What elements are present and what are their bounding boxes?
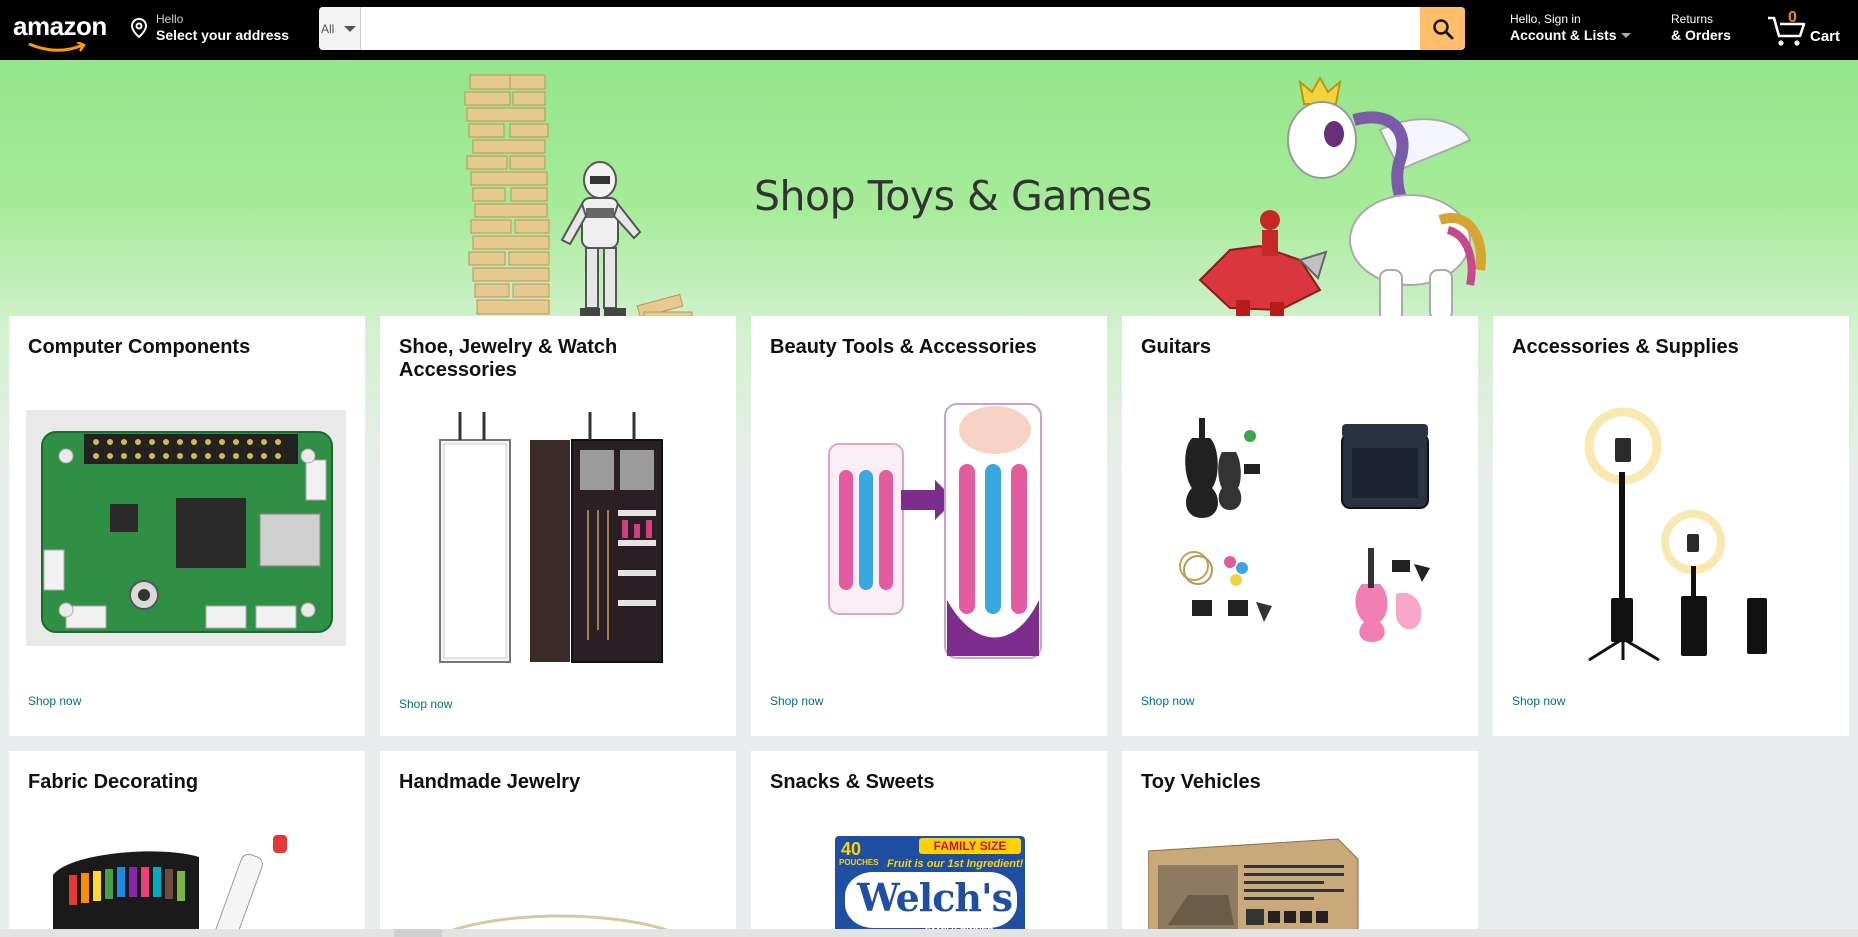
returns-orders-link[interactable]: Returns & Orders bbox=[1671, 12, 1731, 44]
returns-label: Returns bbox=[1671, 12, 1714, 26]
shop-now-link[interactable]: Shop now bbox=[770, 694, 823, 708]
deliver-to-address[interactable]: Hello Select your address bbox=[128, 12, 289, 44]
cart-button[interactable]: 0 Cart bbox=[1766, 9, 1846, 50]
toy-vehicle-box-image bbox=[1148, 838, 1359, 937]
scrollbar-thumb[interactable] bbox=[394, 929, 442, 937]
brand-name: Welch's bbox=[857, 875, 1013, 920]
category-card[interactable]: Snacks & Sweets FAMILY SIZE 40 POUCHES F… bbox=[751, 751, 1107, 937]
hero-title: Shop Toys & Games bbox=[754, 172, 1152, 220]
shop-now-link[interactable]: Shop now bbox=[399, 697, 452, 711]
welchs-fruit-snacks-image: FAMILY SIZE 40 POUCHES Fruit is our 1st … bbox=[835, 836, 1025, 937]
card-title: Toy Vehicles bbox=[1141, 771, 1261, 793]
account-lists-label: Account & Lists bbox=[1510, 27, 1617, 43]
category-card[interactable]: Beauty Tools & Accessories Shop now bbox=[751, 316, 1107, 736]
category-card[interactable]: Handmade Jewelry bbox=[380, 751, 736, 937]
search-category-select[interactable]: All bbox=[319, 7, 361, 50]
logo-text: amazon bbox=[13, 11, 107, 41]
circuit-board-image bbox=[26, 410, 346, 646]
address-label: Select your address bbox=[156, 27, 290, 43]
caret-down-icon bbox=[1620, 32, 1631, 38]
amazon-logo[interactable]: amazon bbox=[13, 11, 109, 52]
card-title: Guitars bbox=[1141, 336, 1212, 358]
cart-count: 0 bbox=[1788, 9, 1797, 26]
cart-icon bbox=[1768, 16, 1806, 46]
red-dragon-toy-image bbox=[1198, 210, 1328, 324]
address-greeting: Hello bbox=[156, 12, 184, 26]
card-title: Snacks & Sweets bbox=[770, 771, 935, 793]
orders-label: & Orders bbox=[1671, 27, 1731, 43]
category-card[interactable]: Computer Components Shop now bbox=[9, 316, 365, 736]
pouch-count: 40 bbox=[841, 839, 862, 859]
card-title: Accessories & Supplies bbox=[1512, 336, 1739, 358]
search-category-label: All bbox=[321, 21, 335, 36]
card-title: Shoe, Jewelry & Watch Accessories bbox=[399, 336, 618, 381]
ring-light-tripod-image bbox=[1584, 407, 1767, 662]
category-card[interactable]: Toy Vehicles bbox=[1122, 751, 1478, 937]
card-title: Beauty Tools & Accessories bbox=[770, 336, 1037, 358]
shop-now-link[interactable]: Shop now bbox=[28, 694, 81, 708]
logo-smile-icon bbox=[28, 42, 86, 52]
family-size-badge: FAMILY SIZE bbox=[919, 838, 1021, 854]
search-bar: All bbox=[319, 7, 1465, 50]
search-icon bbox=[1432, 18, 1453, 39]
chevron-down-icon bbox=[344, 26, 356, 32]
sign-in-greeting: Hello, Sign in bbox=[1510, 12, 1581, 26]
dermaplaning-razors-image bbox=[828, 403, 1042, 659]
jewelry-cabinet-image bbox=[439, 412, 663, 663]
card-title: Handmade Jewelry bbox=[399, 771, 581, 793]
cart-label: Cart bbox=[1810, 28, 1841, 45]
category-card[interactable]: Guitars Shop now bbox=[1122, 316, 1478, 736]
card-title: Fabric Decorating bbox=[28, 771, 199, 793]
location-pin-icon bbox=[130, 17, 148, 39]
category-card[interactable]: Shoe, Jewelry & Watch Accessories Shop n… bbox=[380, 316, 736, 736]
pouch-unit: POUCHES bbox=[839, 858, 879, 867]
search-button[interactable] bbox=[1420, 7, 1465, 50]
search-input[interactable] bbox=[361, 7, 1420, 50]
top-nav: amazon Hello Select your address All Hel… bbox=[0, 0, 1858, 60]
guitar-products-grid-image bbox=[1179, 418, 1430, 642]
shop-now-link[interactable]: Shop now bbox=[1512, 694, 1565, 708]
shop-now-link[interactable]: Shop now bbox=[1141, 694, 1194, 708]
account-lists-menu[interactable]: Hello, Sign in Account & Lists bbox=[1510, 12, 1631, 44]
fabric-markers-image bbox=[53, 835, 287, 937]
category-card[interactable]: Fabric Decorating bbox=[9, 751, 365, 937]
card-title: Computer Components bbox=[28, 336, 251, 358]
category-card[interactable]: Accessories & Supplies Shop now bbox=[1493, 316, 1849, 736]
horizontal-scrollbar[interactable] bbox=[0, 929, 1858, 937]
fruit-banner: Fruit is our 1st Ingredient! bbox=[887, 858, 1024, 870]
